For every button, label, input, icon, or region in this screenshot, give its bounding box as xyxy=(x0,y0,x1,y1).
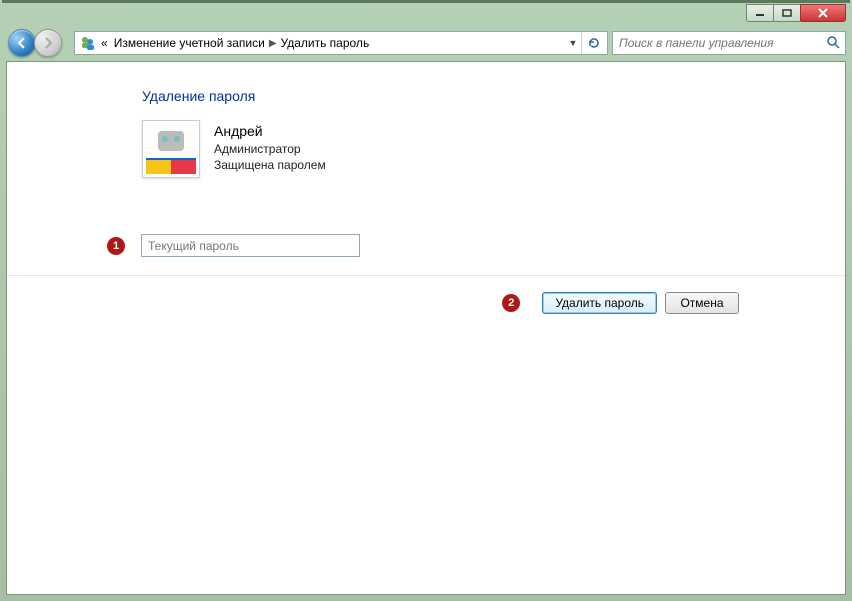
password-row: 1 xyxy=(7,178,845,275)
user-protection: Защищена паролем xyxy=(214,157,326,173)
address-dropdown[interactable]: ▼ xyxy=(565,38,581,48)
address-right: ▼ xyxy=(565,32,605,54)
search-icon[interactable] xyxy=(825,35,841,52)
avatar-image xyxy=(146,124,196,174)
step-marker-1: 1 xyxy=(107,237,125,255)
forward-button[interactable] xyxy=(34,29,62,57)
window-controls xyxy=(747,4,846,22)
user-name: Андрей xyxy=(214,122,326,141)
avatar xyxy=(142,120,200,178)
window-frame: « Изменение учетной записи ▶ Удалить пар… xyxy=(0,0,852,601)
user-block: Андрей Администратор Защищена паролем xyxy=(7,120,845,178)
search-input[interactable] xyxy=(617,35,825,51)
close-button[interactable] xyxy=(800,4,846,22)
step-marker-2: 2 xyxy=(502,294,520,312)
minimize-button[interactable] xyxy=(746,4,774,22)
breadcrumb-overflow[interactable]: « xyxy=(101,36,108,50)
page-title: Удаление пароля xyxy=(7,62,845,120)
cancel-button[interactable]: Отмена xyxy=(665,292,739,314)
content-area: Удаление пароля Андрей Администратор Защ… xyxy=(6,61,846,595)
breadcrumb-item[interactable]: Изменение учетной записи xyxy=(114,36,265,50)
nav-buttons xyxy=(6,29,74,57)
refresh-button[interactable] xyxy=(581,32,605,54)
users-icon xyxy=(79,34,97,52)
user-role: Администратор xyxy=(214,141,326,157)
user-info: Андрей Администратор Защищена паролем xyxy=(214,120,326,173)
search-bar[interactable] xyxy=(612,31,846,55)
chevron-right-icon[interactable]: ▶ xyxy=(269,38,277,49)
back-button[interactable] xyxy=(8,29,36,57)
maximize-button[interactable] xyxy=(773,4,801,22)
action-row: 2 Удалить пароль Отмена xyxy=(7,276,845,314)
nav-row: « Изменение учетной записи ▶ Удалить пар… xyxy=(6,26,846,60)
delete-password-button[interactable]: Удалить пароль xyxy=(542,292,657,314)
breadcrumb: « Изменение учетной записи ▶ Удалить пар… xyxy=(101,36,369,50)
titlebar xyxy=(6,4,846,26)
address-bar[interactable]: « Изменение учетной записи ▶ Удалить пар… xyxy=(74,31,608,55)
current-password-input[interactable] xyxy=(141,234,360,257)
breadcrumb-item[interactable]: Удалить пароль xyxy=(281,36,370,50)
